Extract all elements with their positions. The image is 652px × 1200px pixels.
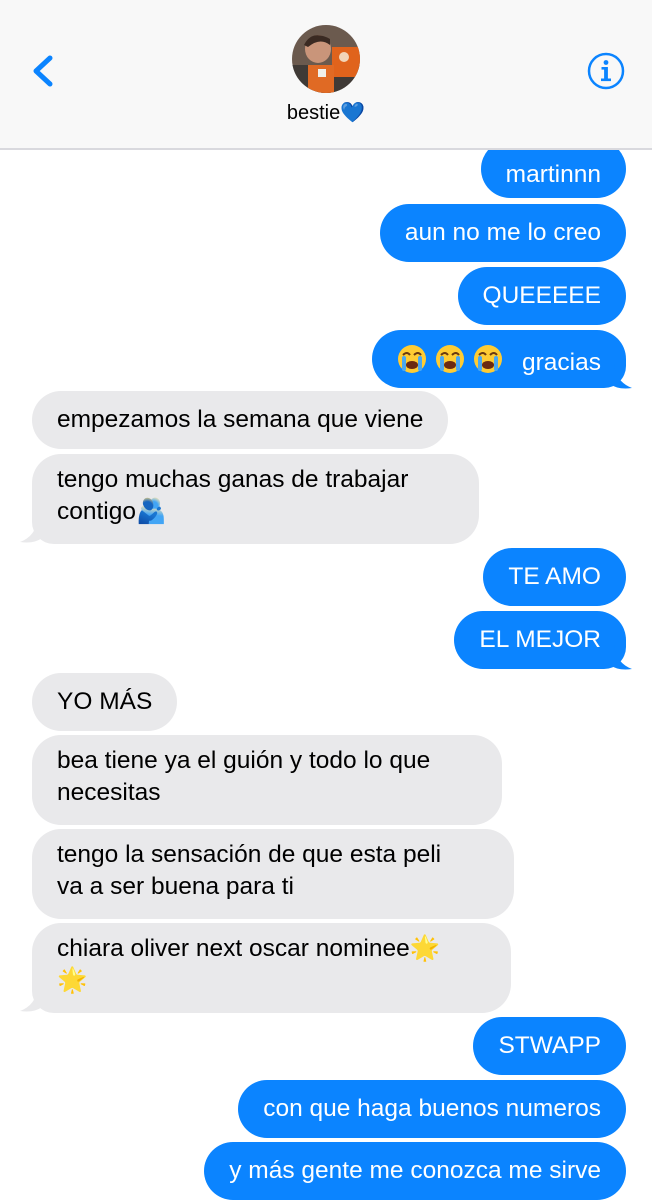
- sent-message[interactable]: martinnn: [480, 150, 626, 198]
- message-text: TE AMO: [508, 563, 601, 590]
- sent-bubble-tail: [610, 364, 632, 389]
- message-text-line: 🌟: [57, 967, 88, 994]
- message-thread[interactable]: martinnn aun no me lo creo QUEEEEE graci…: [0, 150, 652, 1200]
- message-text-line: chiara oliver next oscar nominee🌟: [57, 935, 441, 962]
- received-message[interactable]: chiara oliver next oscar nominee🌟 🌟: [32, 923, 511, 1013]
- received-message[interactable]: tengo la sensación de que esta peli va a…: [32, 829, 514, 919]
- message-text: y más gente me conozca me sirve: [229, 1157, 601, 1184]
- info-button[interactable]: [586, 51, 626, 91]
- back-button[interactable]: [26, 48, 66, 94]
- message-text-line: necesitas: [57, 779, 161, 806]
- received-message[interactable]: empezamos la semana que viene: [32, 391, 449, 449]
- received-message[interactable]: YO MÁS: [32, 673, 178, 731]
- message-text-line: bea tiene ya el guión y todo lo que: [57, 747, 431, 774]
- message-text-line: va a ser buena para ti: [57, 873, 294, 900]
- received-message[interactable]: tengo muchas ganas de trabajar contigo🫂: [32, 454, 479, 544]
- sent-message[interactable]: STWAPP: [473, 1017, 626, 1075]
- received-bubble-tail: [20, 987, 42, 1012]
- crying-emoji-icon: [397, 343, 503, 384]
- received-bubble-tail: [20, 518, 42, 543]
- sent-message[interactable]: y más gente me conozca me sirve: [204, 1142, 626, 1200]
- message-text: empezamos la semana que viene: [57, 406, 424, 433]
- avatar-image: [292, 25, 360, 93]
- sent-message[interactable]: QUEEEEE: [457, 267, 626, 325]
- message-text: aun no me lo creo: [404, 219, 601, 246]
- received-message[interactable]: bea tiene ya el guión y todo lo que nece…: [32, 735, 502, 825]
- message-text: EL MEJOR: [479, 626, 601, 653]
- sent-message[interactable]: TE AMO: [483, 548, 626, 606]
- message-text: QUEEEEE: [482, 282, 601, 309]
- contact-avatar[interactable]: [292, 25, 360, 93]
- conversation-header: bestie💙: [0, 0, 652, 150]
- sent-message[interactable]: aun no me lo creo: [379, 204, 626, 262]
- sent-message[interactable]: EL MEJOR: [454, 611, 626, 669]
- contact-name[interactable]: bestie💙: [0, 100, 652, 125]
- message-text-line: tengo muchas ganas de trabajar: [57, 466, 409, 493]
- message-text: martinnn: [505, 161, 601, 188]
- message-text-line: contigo🫂: [57, 498, 167, 525]
- message-text: gracias: [522, 348, 601, 376]
- message-text: STWAPP: [498, 1032, 601, 1059]
- message-text: YO MÁS: [57, 688, 153, 715]
- message-text-line: tengo la sensación de que esta peli: [57, 841, 442, 868]
- sent-message[interactable]: con que haga buenos numeros: [238, 1080, 626, 1138]
- chevron-left-icon: [33, 55, 53, 87]
- info-icon: [587, 52, 625, 90]
- message-text: con que haga buenos numeros: [263, 1095, 601, 1122]
- sent-message[interactable]: gracias: [372, 330, 626, 388]
- sent-bubble-tail: [610, 645, 632, 670]
